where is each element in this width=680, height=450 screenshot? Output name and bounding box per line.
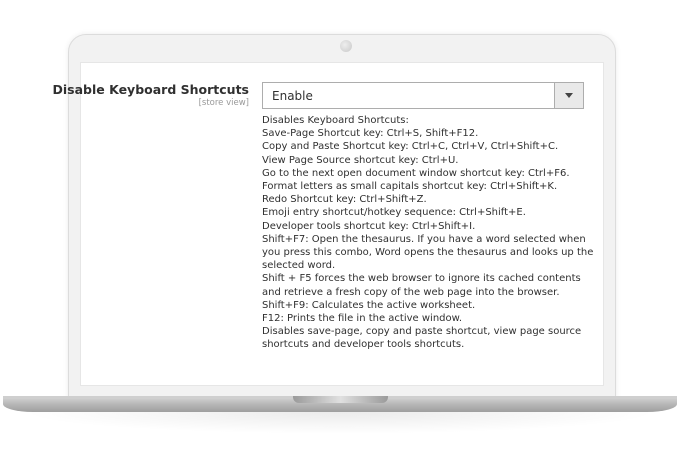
note-line: Developer tools shortcut key: Ctrl+Shift… bbox=[262, 220, 476, 232]
select-value: Enable bbox=[272, 89, 313, 103]
note-line: Save-Page Shortcut key: Ctrl+S, Shift+F1… bbox=[262, 128, 479, 140]
note-line: View Page Source shortcut key: Ctrl+U. bbox=[262, 154, 459, 166]
note-line: Redo Shortcut key: Ctrl+Shift+Z. bbox=[262, 194, 427, 206]
laptop-notch bbox=[293, 396, 388, 403]
camera-icon bbox=[340, 40, 352, 52]
field-note: Disables Keyboard Shortcuts: Save-Page S… bbox=[262, 114, 594, 352]
field-label-group: Disable Keyboard Shortcuts [store view] bbox=[53, 82, 249, 108]
laptop-shadow bbox=[20, 412, 660, 434]
chevron-down-icon[interactable] bbox=[554, 83, 583, 108]
note-line: Emoji entry shortcut/hotkey sequence: Ct… bbox=[262, 207, 526, 219]
note-line: F12: Prints the file in the active windo… bbox=[262, 313, 463, 325]
note-line: Disables Keyboard Shortcuts: bbox=[262, 115, 409, 126]
note-line: shortcuts and developer tools shortcuts. bbox=[262, 339, 465, 351]
disable-shortcuts-select[interactable]: Enable bbox=[262, 82, 584, 109]
note-line: you press this combo, Word opens the the… bbox=[262, 247, 594, 259]
note-line: Format letters as small capitals shortcu… bbox=[262, 181, 558, 193]
note-line: and retrieve a fresh copy of the web pag… bbox=[262, 286, 560, 298]
note-line: Go to the next open document window shor… bbox=[262, 167, 570, 179]
note-line: Shift+F9: Calculates the active workshee… bbox=[262, 299, 476, 311]
note-line: Copy and Paste Shortcut key: Ctrl+C, Ctr… bbox=[262, 141, 559, 153]
note-line: Shift + F5 forces the web browser to ign… bbox=[262, 273, 581, 285]
note-line: Disables save-page, copy and paste short… bbox=[262, 326, 582, 338]
note-line: selected word. bbox=[262, 260, 336, 272]
note-line: Shift+F7: Open the thesaurus. If you hav… bbox=[262, 233, 586, 245]
field-scope: [store view] bbox=[198, 98, 249, 108]
field-label: Disable Keyboard Shortcuts bbox=[52, 82, 249, 97]
